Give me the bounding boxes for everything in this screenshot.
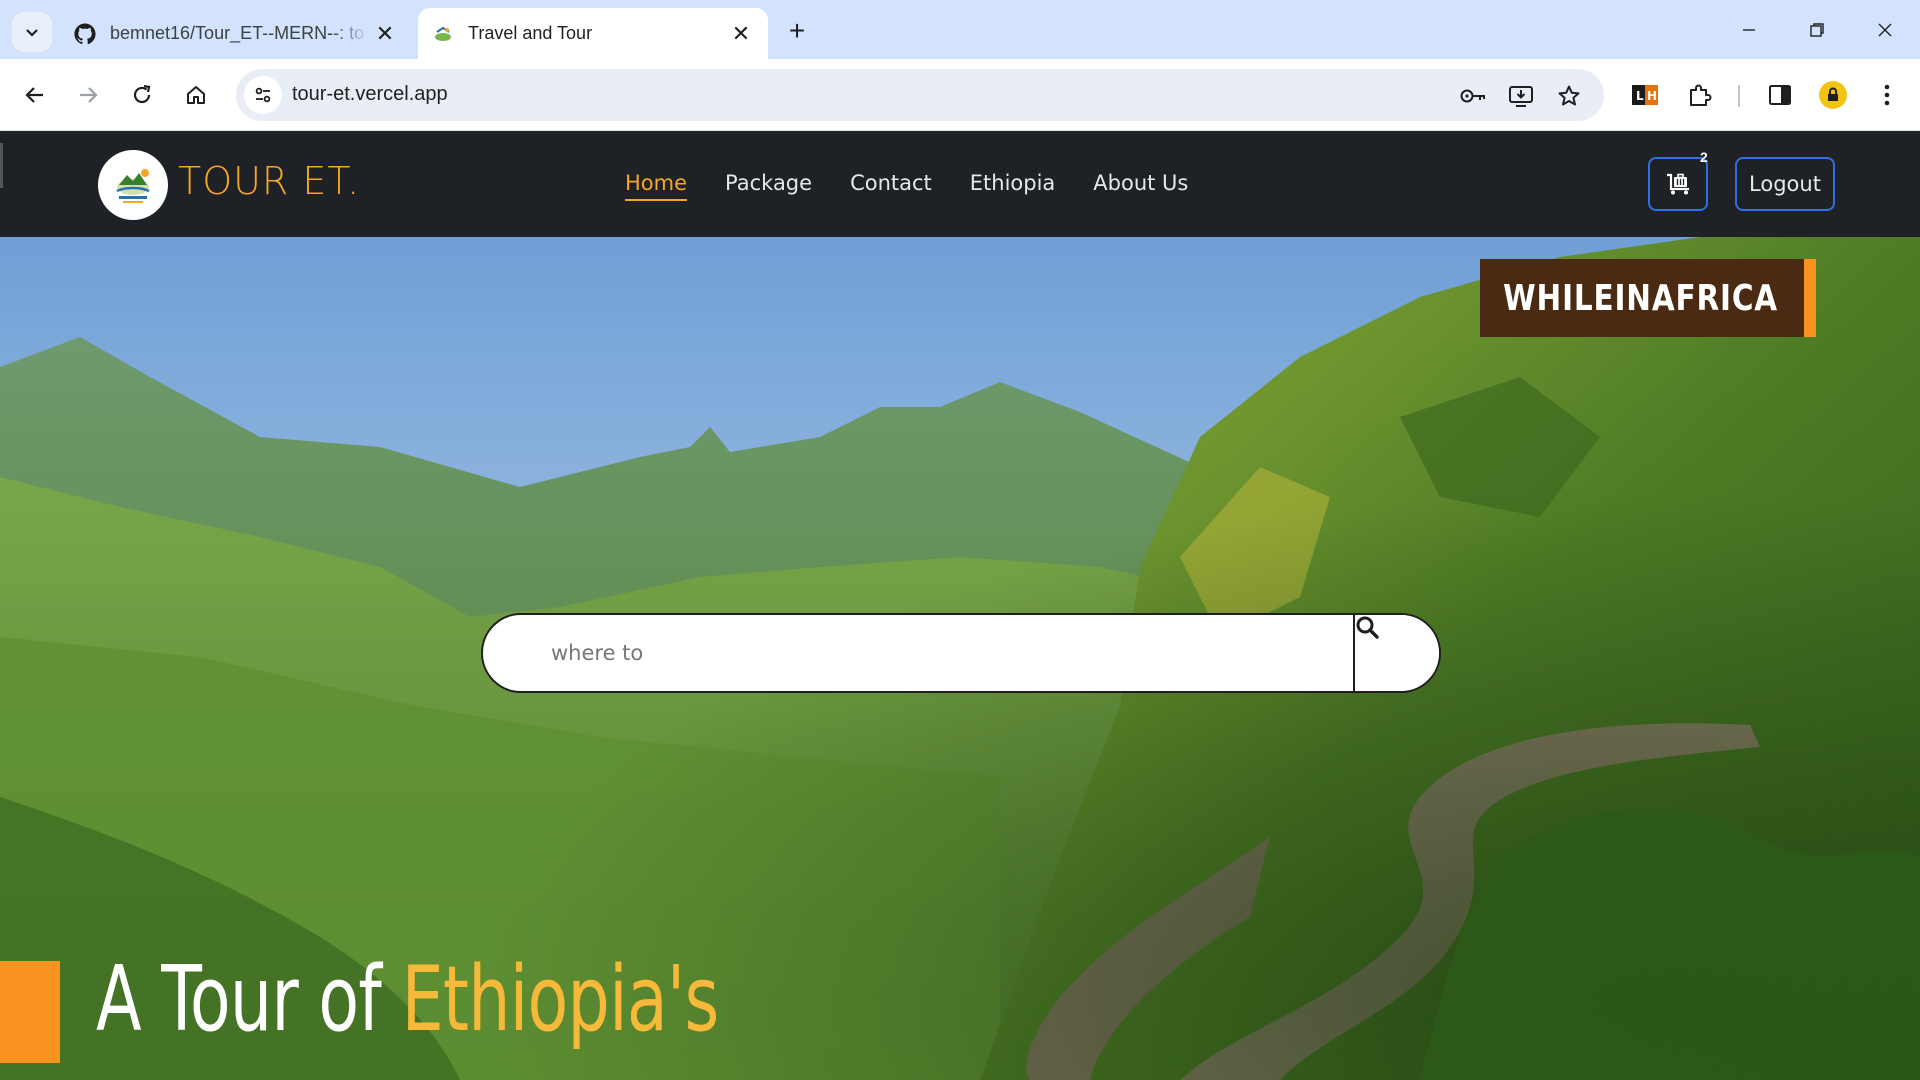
browser-toolbar: tour-et.vercel.app LH — [0, 59, 1920, 131]
side-panel-icon[interactable] — [1762, 77, 1798, 113]
hero-tagline: A Tour of Ethiopia's — [0, 947, 900, 1077]
cart-button[interactable] — [1648, 157, 1708, 211]
profile-avatar[interactable] — [1815, 77, 1851, 113]
close-icon[interactable]: ✕ — [370, 19, 400, 49]
install-app-icon[interactable] — [1506, 81, 1536, 111]
close-window-button[interactable] — [1860, 10, 1910, 50]
tagline-orange: Ethiopia's — [401, 947, 720, 1052]
cart-count-badge: 2 — [1700, 149, 1708, 165]
browser-tab-github[interactable]: bemnet16/Tour_ET--MERN--: to ✕ — [60, 8, 412, 59]
luggage-cart-icon — [1667, 173, 1689, 195]
nav-package[interactable]: Package — [725, 171, 812, 201]
navbar-edge — [0, 143, 3, 188]
tune-icon — [255, 87, 271, 103]
github-icon — [74, 22, 96, 45]
back-button[interactable] — [15, 75, 55, 115]
browser-tab-travel[interactable]: Travel and Tour ✕ — [418, 8, 768, 59]
nav-about-us[interactable]: About Us — [1093, 171, 1188, 201]
restore-button[interactable] — [1792, 10, 1842, 50]
search-button[interactable] — [1353, 615, 1439, 691]
toolbar-divider — [1738, 85, 1740, 107]
svg-text:H: H — [1647, 89, 1657, 103]
url-text[interactable]: tour-et.vercel.app — [292, 83, 448, 106]
logo-icon — [116, 169, 150, 203]
site-favicon — [432, 23, 454, 45]
restore-icon — [1810, 23, 1824, 37]
logout-button[interactable]: Logout — [1735, 157, 1835, 211]
svg-text:L: L — [1636, 89, 1644, 103]
nav-contact[interactable]: Contact — [850, 171, 932, 201]
minimize-button[interactable] — [1724, 10, 1774, 50]
reload-button[interactable] — [122, 75, 162, 115]
home-button[interactable] — [176, 75, 216, 115]
tab-title: bemnet16/Tour_ET--MERN--: to — [110, 23, 365, 43]
destination-search — [481, 613, 1441, 693]
hero-section: WHILEINAFRICA A Tour of Ethiopia's — [0, 237, 1920, 1080]
forward-arrow-icon — [80, 87, 98, 103]
tagline-accent-bar — [0, 961, 60, 1063]
site-logo[interactable] — [98, 150, 168, 220]
site-navbar: TOUR ET. Home Package Contact Ethiopia A… — [0, 131, 1920, 237]
nav-home[interactable]: Home — [625, 171, 688, 201]
home-icon — [187, 86, 205, 104]
browser-tabstrip: bemnet16/Tour_ET--MERN--: to ✕ Travel an… — [0, 0, 1920, 59]
chevron-down-icon — [26, 29, 38, 37]
password-key-icon[interactable] — [1458, 81, 1488, 111]
watermark-text: WHILEINAFRICA — [1503, 277, 1779, 319]
close-icon[interactable]: ✕ — [726, 19, 756, 49]
new-tab-button[interactable]: + — [780, 14, 814, 48]
extensions-puzzle-icon[interactable] — [1681, 77, 1717, 113]
search-input[interactable] — [483, 615, 1355, 691]
bookmark-star-icon[interactable] — [1554, 81, 1584, 111]
tagline-text: A Tour of Ethiopia's — [96, 947, 720, 1052]
address-bar[interactable]: tour-et.vercel.app — [236, 69, 1604, 121]
minimize-icon — [1743, 29, 1755, 31]
nav-ethiopia[interactable]: Ethiopia — [970, 171, 1056, 201]
tab-title: Travel and Tour — [468, 23, 593, 43]
back-arrow-icon — [25, 87, 43, 103]
close-icon — [1878, 23, 1892, 37]
reload-icon — [133, 84, 151, 104]
tab-search-button[interactable] — [12, 12, 52, 52]
more-menu-icon[interactable] — [1869, 77, 1905, 113]
main-nav: Home Package Contact Ethiopia About Us — [625, 171, 1188, 201]
lighthouse-extension-icon[interactable]: LH — [1627, 77, 1663, 113]
watermark-accent-bar — [1804, 259, 1816, 337]
tagline-white: A Tour of — [96, 947, 402, 1052]
search-icon — [1356, 616, 1379, 639]
watermark-badge: WHILEINAFRICA — [1480, 259, 1816, 337]
site-info-button[interactable] — [244, 76, 282, 114]
forward-button[interactable] — [68, 75, 108, 115]
brand-name[interactable]: TOUR ET. — [178, 159, 360, 203]
